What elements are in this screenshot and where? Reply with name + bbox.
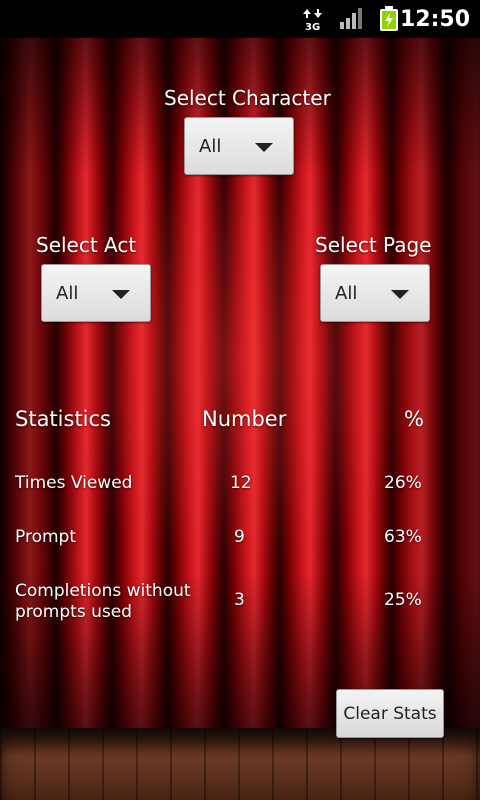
select-page-label: Select Page: [315, 233, 432, 257]
status-time: 12:50: [399, 7, 470, 32]
stats-header-number: Number: [202, 407, 287, 431]
chevron-down-icon: [391, 290, 409, 299]
character-spinner-value: All: [199, 136, 222, 157]
stat-number-times-viewed: 12: [230, 473, 252, 493]
select-act-label: Select Act: [36, 233, 137, 257]
stat-percent-prompt: 63%: [384, 527, 422, 547]
stat-percent-times-viewed: 26%: [384, 473, 422, 493]
stats-header-percent: %: [404, 407, 424, 431]
network-type: 3G: [305, 22, 320, 32]
signal-strength-icon: [336, 0, 366, 38]
stat-number-prompt: 9: [234, 527, 245, 547]
page-spinner-value: All: [335, 283, 358, 304]
chevron-down-icon: [112, 290, 130, 299]
select-character-label: Select Character: [164, 86, 331, 110]
act-spinner-value: All: [56, 283, 79, 304]
chevron-down-icon: [255, 143, 273, 152]
stat-name-prompt: Prompt: [15, 527, 76, 547]
clear-stats-button[interactable]: Clear Stats: [336, 689, 444, 738]
stat-name-times-viewed: Times Viewed: [15, 473, 133, 493]
stat-number-completions: 3: [234, 590, 245, 610]
character-spinner[interactable]: All: [184, 117, 294, 175]
stat-percent-completions: 25%: [384, 590, 422, 610]
page-spinner[interactable]: All: [320, 264, 430, 322]
act-spinner[interactable]: All: [41, 264, 151, 322]
battery-charging-icon: [376, 0, 402, 38]
data-transfer-icon: 3G: [302, 0, 326, 38]
stats-header-statistics: Statistics: [15, 407, 111, 431]
stat-name-completions: Completions without prompts used: [15, 581, 191, 622]
stage-floor: [0, 728, 480, 800]
status-bar: 3G 12:50: [0, 0, 480, 38]
